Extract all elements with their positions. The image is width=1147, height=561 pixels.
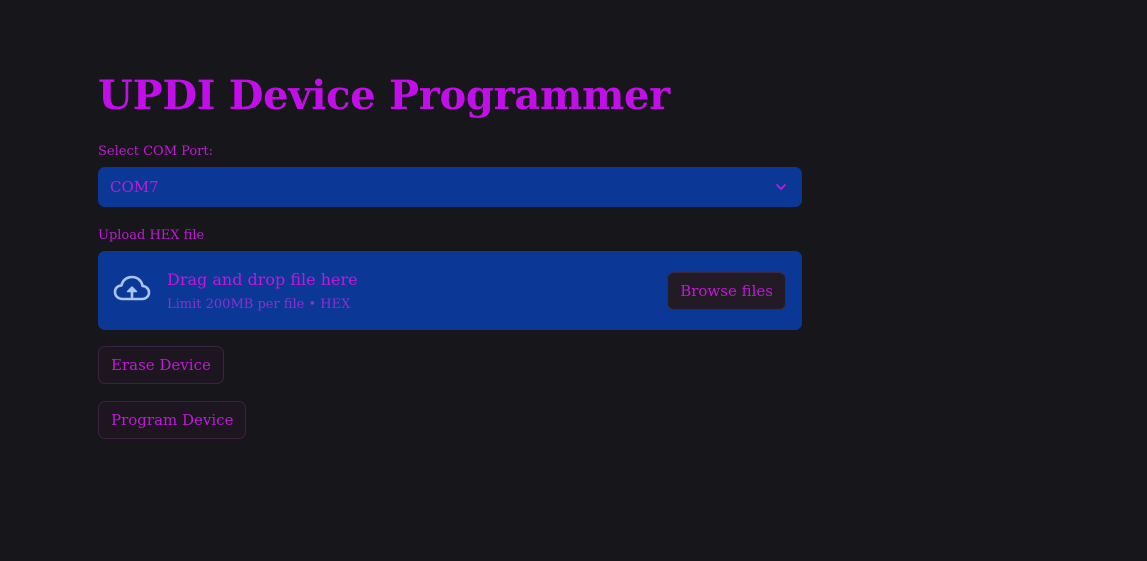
program-device-button[interactable]: Program Device (98, 401, 247, 439)
hex-upload-label: Upload HEX file (98, 228, 205, 243)
page-title: UPDI Device Programmer (98, 72, 670, 119)
dropzone-limit-text: Limit 200MB per file • HEX (167, 297, 351, 312)
chevron-down-icon (776, 184, 786, 190)
cloud-upload-icon (113, 275, 151, 301)
com-port-select[interactable]: COM7 (98, 167, 802, 207)
com-port-label: Select COM Port: (98, 144, 214, 159)
erase-device-button[interactable]: Erase Device (98, 346, 224, 384)
dropzone-instruction: Drag and drop file here (167, 270, 358, 289)
browse-files-button[interactable]: Browse files (667, 272, 786, 310)
app-page: UPDI Device Programmer Select COM Port: … (0, 0, 1147, 561)
hex-file-dropzone[interactable]: Drag and drop file here Limit 200MB per … (98, 251, 802, 330)
com-port-selected-value: COM7 (110, 178, 159, 196)
